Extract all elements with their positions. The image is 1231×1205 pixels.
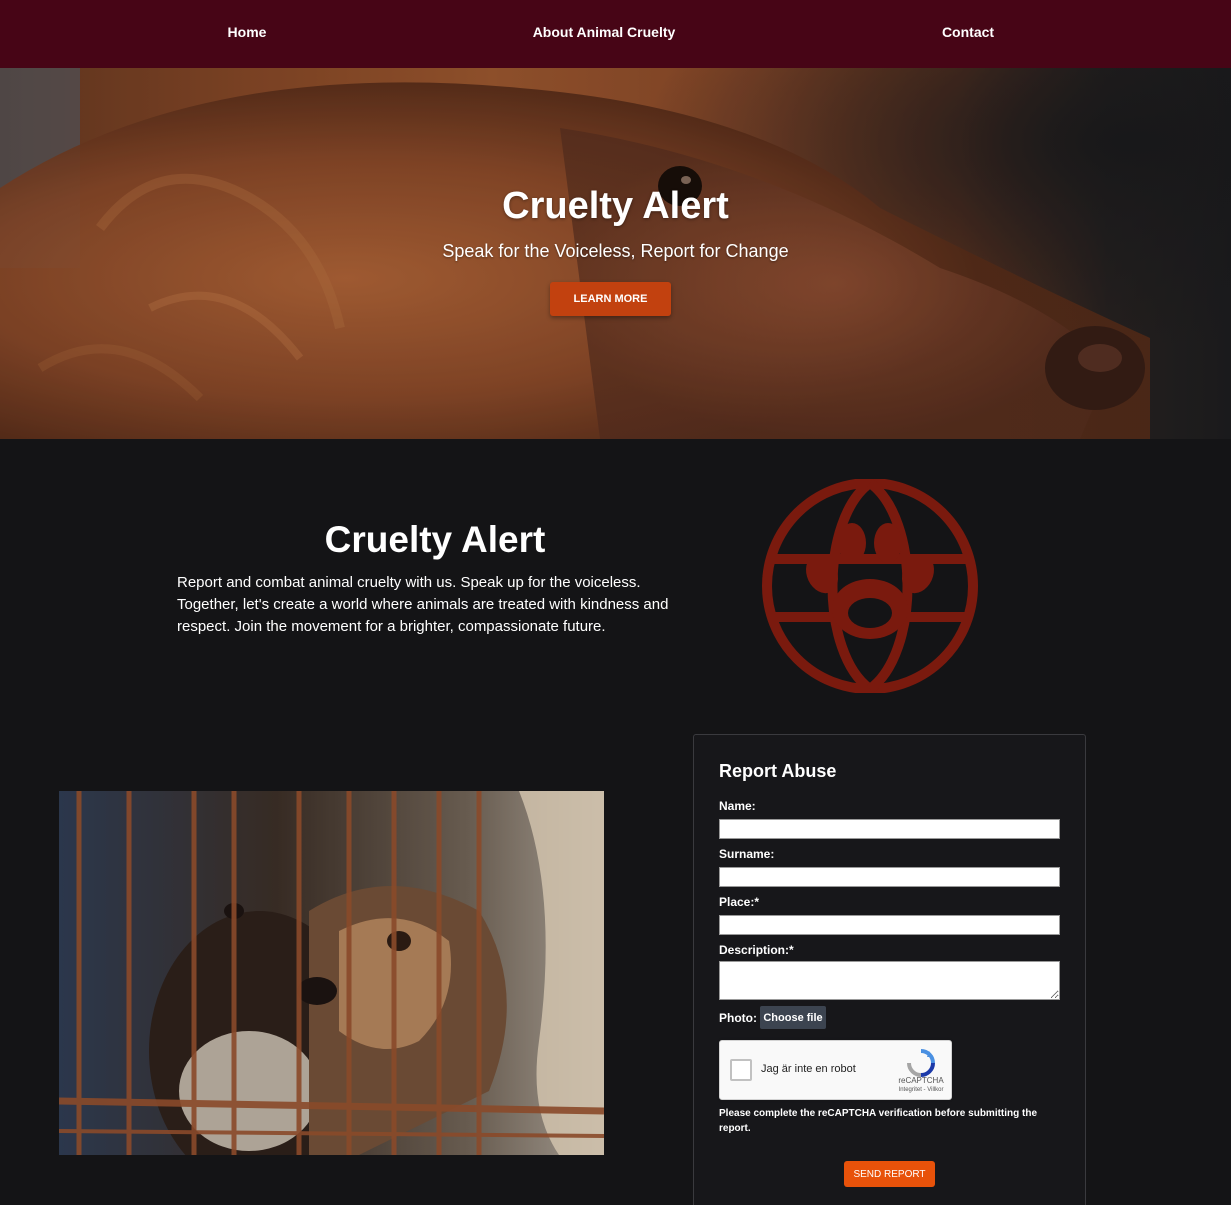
recaptcha-widget: Jag är inte en robot reCAPTCHA Integrite… <box>719 1040 952 1100</box>
form-title: Report Abuse <box>719 761 837 781</box>
recaptcha-checkbox[interactable] <box>730 1059 752 1081</box>
nav-about-link[interactable]: About Animal Cruelty <box>533 24 676 40</box>
report-abuse-form: Report Abuse Name: Surname: Place:* Desc… <box>693 734 1086 1205</box>
recaptcha-brand: reCAPTCHA <box>898 1076 944 1085</box>
place-label: Place:* <box>719 895 760 909</box>
learn-more-button[interactable]: LEARN MORE <box>550 282 671 316</box>
top-nav: Home About Animal Cruelty Contact <box>0 0 1231 68</box>
about-text: Report and combat animal cruelty with us… <box>177 574 669 635</box>
about-title: Cruelty Alert <box>324 519 546 560</box>
surname-label: Surname: <box>719 847 775 861</box>
send-report-button[interactable]: SEND REPORT <box>844 1161 935 1187</box>
name-input[interactable] <box>719 819 1060 839</box>
hero-title: Cruelty Alert <box>502 185 729 227</box>
surname-input[interactable] <box>719 867 1060 887</box>
place-input[interactable] <box>719 915 1060 935</box>
hero-banner: Cruelty Alert Speak for the Voiceless, R… <box>0 68 1231 439</box>
nav-contact-link[interactable]: Contact <box>942 24 994 40</box>
recaptcha-logo-icon <box>907 1049 935 1077</box>
hero-subtitle: Speak for the Voiceless, Report for Chan… <box>442 241 789 261</box>
recaptcha-links[interactable]: Integritet - Villkor <box>890 1087 952 1093</box>
description-textarea[interactable] <box>719 961 1060 1000</box>
recaptcha-label: Jag är inte en robot <box>761 1063 856 1075</box>
description-label: Description:* <box>719 943 794 957</box>
caged-dog-photo <box>59 791 604 1155</box>
name-label: Name: <box>719 799 756 813</box>
choose-file-button[interactable]: Choose file <box>760 1006 826 1029</box>
globe-paw-logo-icon <box>762 479 978 693</box>
photo-label: Photo: <box>719 1011 757 1025</box>
recaptcha-warning: Please complete the reCAPTCHA verificati… <box>719 1108 1038 1134</box>
nav-home-link[interactable]: Home <box>228 24 267 40</box>
